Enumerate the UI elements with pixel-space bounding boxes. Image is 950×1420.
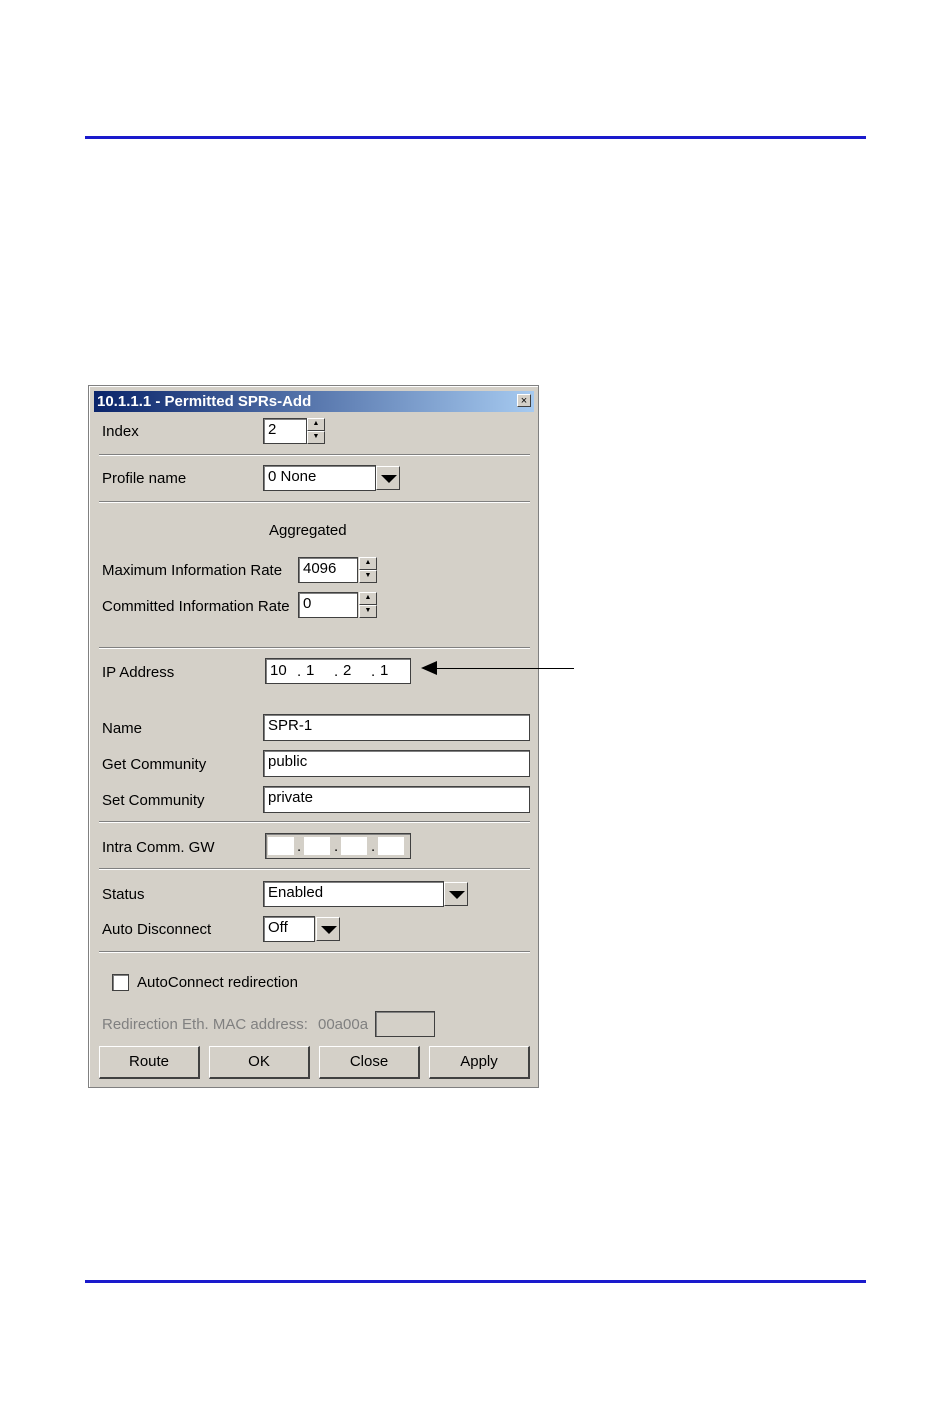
gw-octet-1[interactable] [268,837,294,855]
auto-disconnect-dropdown-button[interactable] [316,917,340,941]
intra-gw-field[interactable]: . . . [265,833,411,859]
get-community-field[interactable]: public [263,750,530,777]
name-field[interactable]: SPR-1 [263,714,530,741]
auto-disconnect-label: Auto Disconnect [102,921,212,938]
ip-dot: . [334,838,339,855]
profile-name-select[interactable]: 0 None [263,465,376,491]
dialog-titlebar: 10.1.1.1 - Permitted SPRs-Add × [94,391,534,412]
index-label: Index [102,423,139,440]
ok-button[interactable]: OK [209,1046,310,1079]
autoconnect-checkbox[interactable] [112,974,129,991]
top-rule [85,136,866,139]
spin-up-icon[interactable]: ▲ [307,418,325,431]
cir-label: Committed Information Rate [102,598,290,615]
gw-octet-3[interactable] [341,837,367,855]
mir-field[interactable]: 4096 [298,557,358,583]
ip-dot: . [334,663,339,680]
ip-address-field[interactable]: 10 . 1 . 2 . 1 [265,658,411,684]
auto-disconnect-select[interactable]: Off [263,916,315,942]
route-button[interactable]: Route [99,1046,200,1079]
index-field[interactable]: 2 [263,418,307,444]
mac-address-label: Redirection Eth. MAC address: [102,1016,308,1033]
profile-name-label: Profile name [102,470,187,487]
profile-dropdown-button[interactable] [376,466,400,490]
permitted-sprs-add-dialog: 10.1.1.1 - Permitted SPRs-Add × Index 2 … [88,385,539,1088]
chevron-down-icon [449,891,465,899]
spin-down-icon[interactable]: ▼ [359,605,377,618]
status-label: Status [102,886,145,903]
callout-arrow-icon [421,661,437,675]
ip-octet-4[interactable]: 1 [378,662,404,680]
separator [99,951,530,953]
separator [99,647,530,649]
aggregated-heading: Aggregated [269,522,347,539]
set-community-field[interactable]: private [263,786,530,813]
chevron-down-icon [381,475,397,483]
cir-field[interactable]: 0 [298,592,358,618]
mac-address-field[interactable] [375,1011,435,1037]
ip-dot: . [371,663,376,680]
status-select[interactable]: Enabled [263,881,444,907]
spin-down-icon[interactable]: ▼ [307,431,325,444]
separator [99,868,530,870]
ip-octet-3[interactable]: 2 [341,662,367,680]
ip-dot: . [371,838,376,855]
status-dropdown-button[interactable] [444,882,468,906]
set-community-label: Set Community [102,792,205,809]
ip-dot: . [297,663,302,680]
index-spinner[interactable]: ▲ ▼ [307,418,325,444]
ip-octet-1[interactable]: 10 [268,662,294,680]
chevron-down-icon [321,926,337,934]
mir-spinner[interactable]: ▲ ▼ [359,557,377,583]
spin-down-icon[interactable]: ▼ [359,570,377,583]
close-button[interactable]: Close [319,1046,420,1079]
callout-arrow-line [432,668,574,669]
name-label: Name [102,720,143,737]
spin-up-icon[interactable]: ▲ [359,557,377,570]
separator [99,821,530,823]
gw-octet-4[interactable] [378,837,404,855]
separator [99,501,530,503]
separator [99,454,530,456]
mac-prefix: 00a00a [318,1016,369,1033]
intra-gw-label: Intra Comm. GW [102,839,215,856]
mir-label: Maximum Information Rate [102,562,283,579]
close-icon[interactable]: × [517,394,531,407]
gw-octet-2[interactable] [304,837,330,855]
ip-octet-2[interactable]: 1 [304,662,330,680]
bottom-rule [85,1280,866,1283]
cir-spinner[interactable]: ▲ ▼ [359,592,377,618]
ip-dot: . [297,838,302,855]
apply-button[interactable]: Apply [429,1046,530,1079]
get-community-label: Get Community [102,756,207,773]
spin-up-icon[interactable]: ▲ [359,592,377,605]
dialog-title: 10.1.1.1 - Permitted SPRs-Add [97,393,312,410]
ip-address-label: IP Address [102,664,175,681]
autoconnect-label: AutoConnect redirection [137,974,298,991]
